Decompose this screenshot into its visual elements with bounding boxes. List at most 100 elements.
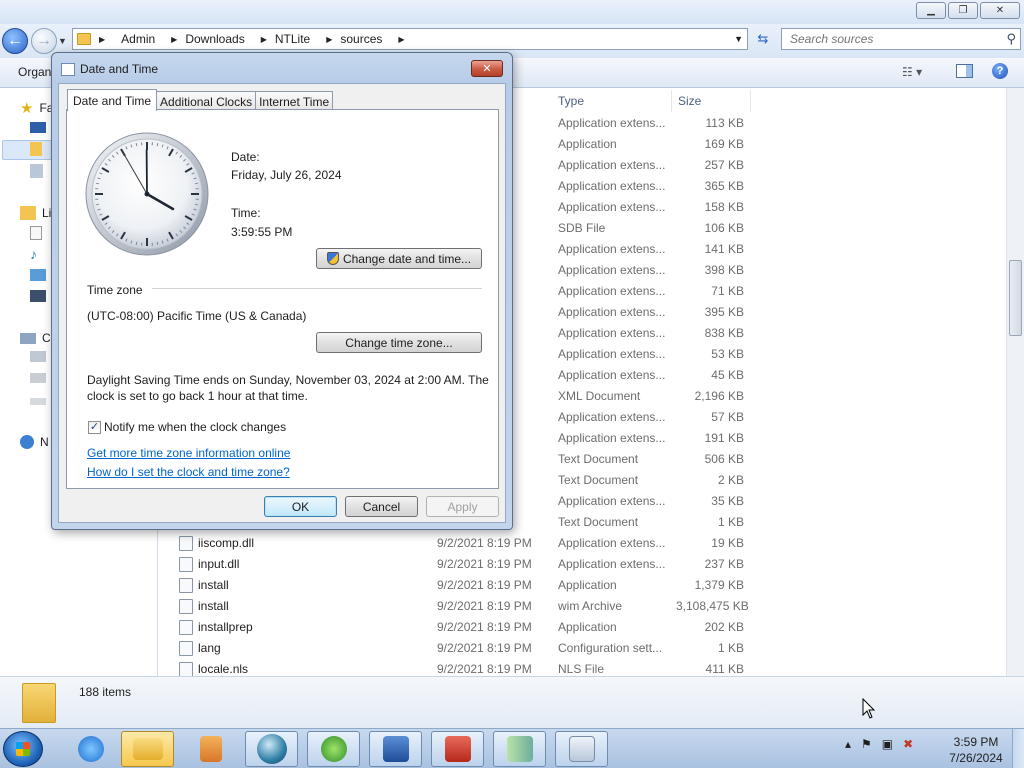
nav-music[interactable]: ♪ xyxy=(30,246,37,262)
nav-documents[interactable] xyxy=(30,226,42,240)
clock-minute-mark xyxy=(156,143,159,147)
taskbar-clock[interactable]: 3:59 PM 7/26/2024 xyxy=(940,734,1012,766)
network-icon xyxy=(20,435,34,449)
refresh-icon[interactable]: ⇆ xyxy=(752,29,774,49)
column-header-size[interactable]: Size xyxy=(678,88,701,114)
column-header-type[interactable]: Type xyxy=(558,88,584,114)
file-size: 106 KB xyxy=(704,221,744,235)
breadcrumb-separator[interactable]: ▶ xyxy=(163,35,185,44)
file-size: 506 KB xyxy=(704,452,744,466)
file-row[interactable]: install 9/2/2021 8:19 PM Application 1,379 … xyxy=(160,575,1006,596)
breadcrumb-separator[interactable]: ▶ xyxy=(253,35,275,44)
breadcrumb-separator[interactable]: ▶ xyxy=(318,35,340,44)
nav-favorites[interactable]: ★ Fa xyxy=(20,99,53,117)
file-size: 1 KB xyxy=(717,641,744,655)
scrollbar-thumb[interactable] xyxy=(1009,260,1022,336)
taskbar-download-manager[interactable] xyxy=(307,731,360,767)
change-view-icon[interactable]: ☷ ▾ xyxy=(902,65,922,79)
tab-date-and-time[interactable]: Date and Time xyxy=(67,89,158,111)
ok-button[interactable]: OK xyxy=(264,496,337,517)
notify-checkbox[interactable]: ✓ xyxy=(88,421,101,434)
nav-videos[interactable] xyxy=(30,290,46,302)
search-input[interactable] xyxy=(782,29,992,49)
address-dropdown-icon[interactable]: ▼ xyxy=(734,34,743,44)
file-icon xyxy=(179,641,193,656)
breadcrumb-item[interactable]: sources xyxy=(340,32,382,46)
taskbar-file-explorer[interactable] xyxy=(121,731,174,767)
file-row[interactable]: installprep 9/2/2021 8:19 PM Application 20… xyxy=(160,617,1006,638)
change-timezone-button[interactable]: Change time zone... xyxy=(316,332,482,353)
cancel-button[interactable]: Cancel xyxy=(345,496,418,517)
file-row[interactable]: lang 9/2/2021 8:19 PM Configuration sett..… xyxy=(160,638,1006,659)
forward-button[interactable]: → xyxy=(31,28,57,54)
search-box[interactable]: ⚲ xyxy=(781,28,1021,50)
nav-libraries[interactable]: Li xyxy=(20,206,51,220)
date-label: Date: xyxy=(231,150,260,164)
minimize-button[interactable]: ▁ xyxy=(916,2,946,19)
show-desktop-button[interactable] xyxy=(1012,729,1024,768)
mouse-cursor-icon xyxy=(862,698,876,719)
maximize-button[interactable]: ❐ xyxy=(948,2,978,19)
nav-pictures[interactable] xyxy=(30,269,46,281)
file-row[interactable]: install 9/2/2021 8:19 PM wim Archive 3,108,… xyxy=(160,596,1006,617)
breadcrumb-item[interactable]: NTLite xyxy=(275,32,310,46)
preview-pane-icon[interactable] xyxy=(956,64,973,78)
nav-drive-c[interactable] xyxy=(30,351,46,362)
nav-recent[interactable] xyxy=(30,164,43,178)
change-date-time-button[interactable]: Change date and time... xyxy=(316,248,482,269)
timezone-value: (UTC-08:00) Pacific Time (US & Canada) xyxy=(87,309,307,323)
search-icon[interactable]: ⚲ xyxy=(1006,31,1016,47)
breadcrumb-root-arrow[interactable]: ▶ xyxy=(99,35,113,44)
action-center-flag-icon[interactable]: ⚑ xyxy=(861,737,872,751)
network-status-icon[interactable]: ▣ xyxy=(882,737,893,751)
file-type: Application extens... xyxy=(558,284,666,298)
help-icon[interactable]: ? xyxy=(992,63,1008,79)
vertical-scrollbar[interactable] xyxy=(1006,88,1024,676)
address-bar[interactable]: ▶ Admin ▶ Downloads ▶ NTLite ▶ sources ▶… xyxy=(72,28,748,50)
taskbar-ntlite[interactable] xyxy=(369,731,422,767)
toolbox-icon xyxy=(444,736,471,762)
file-date: 9/2/2021 8:19 PM xyxy=(437,641,532,655)
file-row[interactable]: input.dll 9/2/2021 8:19 PM Application ext… xyxy=(160,554,1006,575)
notify-label[interactable]: Notify me when the clock changes xyxy=(104,420,286,434)
taskbar-date-time[interactable] xyxy=(555,731,608,767)
close-button[interactable]: ✕ xyxy=(980,2,1020,19)
nav-network[interactable]: N xyxy=(20,435,49,449)
file-type: Text Document xyxy=(558,452,639,466)
dialog-close-button[interactable]: ✕ xyxy=(471,60,503,77)
file-type: Configuration sett... xyxy=(558,641,663,655)
start-button[interactable] xyxy=(3,731,43,767)
tab-additional-clocks[interactable]: Additional Clocks xyxy=(156,91,257,111)
nav-computer[interactable]: C xyxy=(20,331,51,345)
breadcrumb-separator[interactable]: ▶ xyxy=(390,35,412,44)
file-size: 2 KB xyxy=(717,473,744,487)
nav-downloads[interactable] xyxy=(30,142,42,156)
back-button[interactable]: ← xyxy=(2,28,28,54)
taskbar-toolbox[interactable] xyxy=(431,731,484,767)
recent-pages-dropdown-icon[interactable]: ▼ xyxy=(58,36,67,46)
nav-removable[interactable] xyxy=(30,398,46,405)
file-size: 71 KB xyxy=(711,284,744,298)
removable-drive-icon xyxy=(30,398,46,405)
breadcrumb-item[interactable]: Downloads xyxy=(185,32,244,46)
file-row[interactable]: locale.nls 9/2/2021 8:19 PM NLS File 411 KB xyxy=(160,659,1006,676)
taskbar-internet-explorer[interactable] xyxy=(64,731,117,767)
column-divider[interactable] xyxy=(671,90,672,112)
taskbar-media-player[interactable] xyxy=(184,731,237,767)
show-hidden-icons-icon[interactable]: ▴ xyxy=(845,737,851,751)
timezone-info-link[interactable]: Get more time zone information online xyxy=(87,446,290,460)
apply-button[interactable]: Apply xyxy=(426,496,499,517)
taskbar-sidebar-app[interactable] xyxy=(493,731,546,767)
file-type: Application extens... xyxy=(558,431,666,445)
taskbar-browser[interactable] xyxy=(245,731,298,767)
volume-muted-icon[interactable]: ✖ xyxy=(903,737,913,751)
nav-desktop[interactable] xyxy=(30,122,46,133)
nav-drive[interactable] xyxy=(30,373,46,383)
breadcrumb-item[interactable]: Admin xyxy=(121,32,155,46)
tab-internet-time[interactable]: Internet Time xyxy=(255,91,334,111)
howto-clock-link[interactable]: How do I set the clock and time zone? xyxy=(87,465,290,479)
column-divider[interactable] xyxy=(750,90,751,112)
organize-button[interactable]: Organ xyxy=(18,65,51,79)
file-row[interactable]: iiscomp.dll 9/2/2021 8:19 PM Application e… xyxy=(160,533,1006,554)
nav-label: N xyxy=(40,435,49,449)
